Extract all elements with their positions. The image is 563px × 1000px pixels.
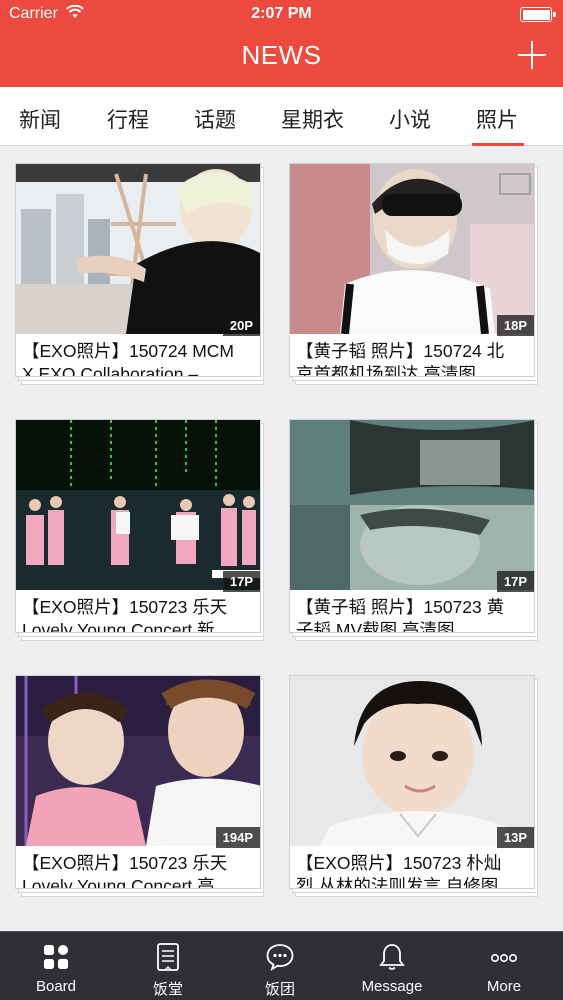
photo-thumbnail [16, 676, 260, 846]
tab-novels[interactable]: 小说 [389, 104, 431, 134]
tab-topics[interactable]: 话题 [194, 104, 236, 134]
card-caption: 【EXO照片】150724 MCM X EXO Collaboration – [22, 340, 260, 377]
category-tabs: 新闻 行程 话题 星期衣 小说 照片 [0, 87, 563, 146]
photo-count-badge: 17P [222, 571, 260, 592]
photo-card[interactable]: 194P 【EXO照片】150723 乐天 Lovely Young Conce… [15, 675, 264, 897]
photo-thumbnail [16, 420, 260, 590]
caption-line: 京首都机场到达 高清图 [296, 364, 476, 377]
nav-more[interactable]: More [448, 932, 560, 1000]
status-bar: Carrier 2:07 PM [0, 0, 563, 30]
photo-count-badge: 13P [496, 827, 534, 848]
tab-schedule[interactable]: 行程 [107, 104, 149, 134]
document-icon [157, 943, 179, 971]
photo-count-badge: 194P [215, 827, 260, 848]
caption-line: 【黄子韬 照片】150724 北 [296, 341, 505, 361]
card-caption: 【EXO照片】150723 乐天 Lovely Young Concert 高 [22, 852, 260, 889]
photo-card[interactable]: 20P 【EXO照片】150724 MCM X EXO Collaboratio… [15, 163, 264, 385]
status-time: 2:07 PM [251, 5, 312, 22]
caption-line: 【EXO照片】150723 乐天 [22, 853, 228, 873]
nav-message[interactable]: Message [336, 932, 448, 1000]
more-dots-icon [490, 954, 517, 963]
nav-label: Message [361, 978, 423, 995]
nav-label: 饭堂 [152, 981, 183, 998]
nav-canteen[interactable]: 饭堂 [112, 932, 224, 1000]
photo-count-badge: 18P [496, 315, 534, 336]
tab-photos[interactable]: 照片 [476, 104, 518, 134]
photo-thumbnail [16, 164, 260, 334]
app-header: Carrier 2:07 PM NEWS [0, 0, 563, 87]
caption-line: 子韬 MV载图 高清图 [296, 620, 455, 633]
photo-thumbnail [290, 420, 534, 590]
caption-line: X EXO Collaboration – [22, 364, 199, 377]
card-caption: 【EXO照片】150723 朴灿 烈 丛林的法则发言 自修图 [296, 852, 534, 889]
nav-label: More [486, 978, 522, 995]
caption-line: 【EXO照片】150723 乐天 [22, 597, 228, 617]
chat-bubble-icon [266, 944, 294, 971]
board-grid-icon [44, 945, 68, 969]
nav-label: 饭团 [264, 981, 295, 998]
photo-thumbnail [290, 676, 534, 846]
photo-count-badge: 20P [222, 315, 260, 336]
card-caption: 【EXO照片】150723 乐天 Lovely Young Concert 新 [22, 596, 260, 633]
add-plus-icon[interactable] [517, 40, 547, 70]
photo-card[interactable]: 17P 【EXO照片】150723 乐天 Lovely Young Concer… [15, 419, 264, 641]
card-caption: 【黄子韬 照片】150723 黄 子韬 MV载图 高清图 [296, 596, 534, 633]
bottom-tab-bar: Board 饭堂 饭团 Message More [0, 931, 563, 1000]
nav-board[interactable]: Board [0, 932, 112, 1000]
bell-icon [379, 944, 405, 970]
active-tab-indicator [472, 143, 524, 146]
nav-fan-group[interactable]: 饭团 [224, 932, 336, 1000]
caption-line: 【EXO照片】150723 朴灿 [296, 853, 502, 873]
tab-clothing[interactable]: 星期衣 [281, 104, 344, 134]
page-title: NEWS [241, 40, 322, 70]
caption-line: Lovely Young Concert 新 [22, 620, 215, 633]
caption-line: Lovely Young Concert 高 [22, 876, 215, 889]
caption-line: 【EXO照片】150724 MCM [22, 341, 235, 361]
photo-count-badge: 17P [496, 571, 534, 592]
caption-line: 【黄子韬 照片】150723 黄 [296, 597, 505, 617]
caption-line: 烈 丛林的法则发言 自修图 [296, 876, 499, 889]
nav-label: Board [35, 978, 77, 995]
card-caption: 【黄子韬 照片】150724 北 京首都机场到达 高清图 [296, 340, 534, 377]
tab-news[interactable]: 新闻 [19, 104, 61, 134]
photo-thumbnail [290, 164, 534, 334]
photo-card[interactable]: 13P 【EXO照片】150723 朴灿 烈 丛林的法则发言 自修图 [289, 675, 538, 897]
battery-icon [520, 7, 556, 22]
photo-card[interactable]: 17P 【黄子韬 照片】150723 黄 子韬 MV载图 高清图 [289, 419, 538, 641]
photo-card[interactable]: 18P 【黄子韬 照片】150724 北 京首都机场到达 高清图 [289, 163, 538, 385]
